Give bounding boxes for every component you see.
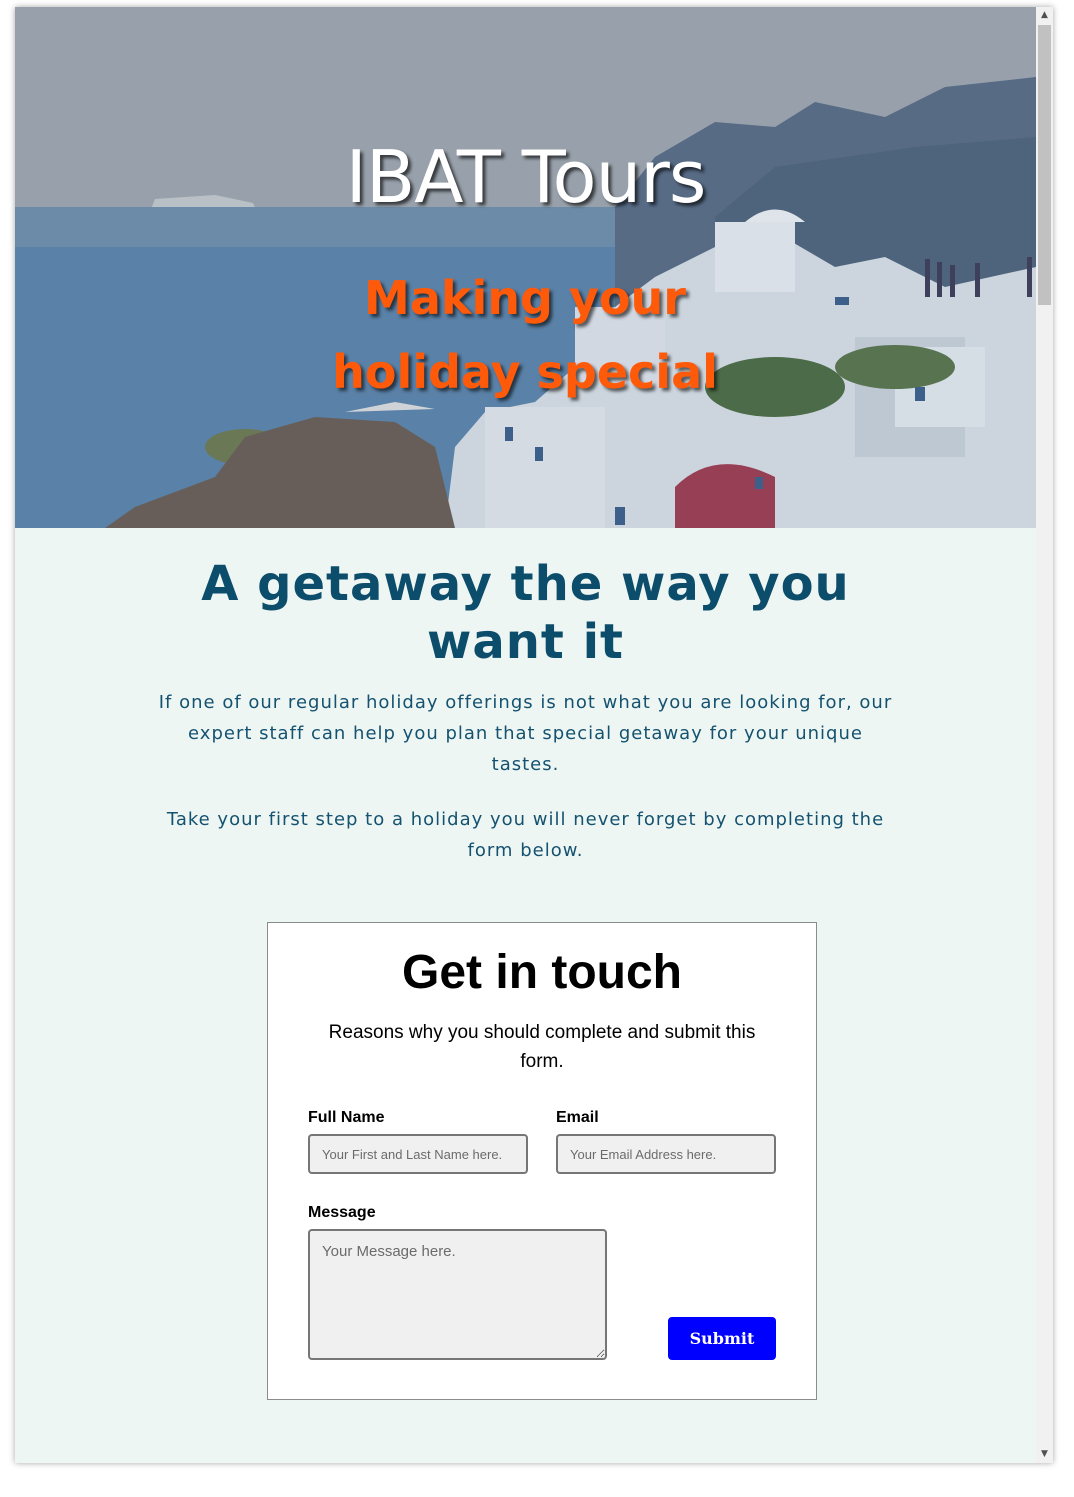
form-description: Reasons why you should complete and subm… — [328, 1022, 756, 1072]
browser-viewport: IBAT Tours Making your holiday special A… — [15, 7, 1053, 1463]
full-name-label: Full Name — [308, 1109, 385, 1126]
email-input[interactable] — [556, 1134, 776, 1174]
scrollbar-thumb[interactable] — [1038, 25, 1051, 305]
full-name-input[interactable] — [308, 1134, 528, 1174]
message-textarea[interactable] — [308, 1229, 607, 1360]
intro-call-to-action: Take your first step to a holiday you wi… — [166, 809, 885, 861]
intro-heading: A getaway the way you want it — [201, 556, 850, 670]
message-label: Message — [308, 1204, 376, 1221]
vertical-scrollbar[interactable]: ▲ ▼ — [1036, 7, 1053, 1463]
form-title: Get in touch — [402, 946, 682, 999]
hero-banner: IBAT Tours Making your holiday special — [15, 7, 1036, 528]
scroll-down-arrow-icon[interactable]: ▼ — [1036, 1446, 1053, 1463]
hero-subtitle: Making your holiday special — [332, 271, 718, 399]
page-content: IBAT Tours Making your holiday special A… — [15, 7, 1036, 1463]
scroll-up-arrow-icon[interactable]: ▲ — [1036, 7, 1053, 24]
contact-form-card: Get in touch Reasons why you should comp… — [267, 922, 817, 1400]
hero-title: IBAT Tours — [345, 135, 707, 219]
intro-paragraph: If one of our regular holiday offerings … — [158, 692, 893, 775]
submit-button[interactable]: Submit — [668, 1317, 776, 1360]
email-label: Email — [556, 1109, 599, 1126]
